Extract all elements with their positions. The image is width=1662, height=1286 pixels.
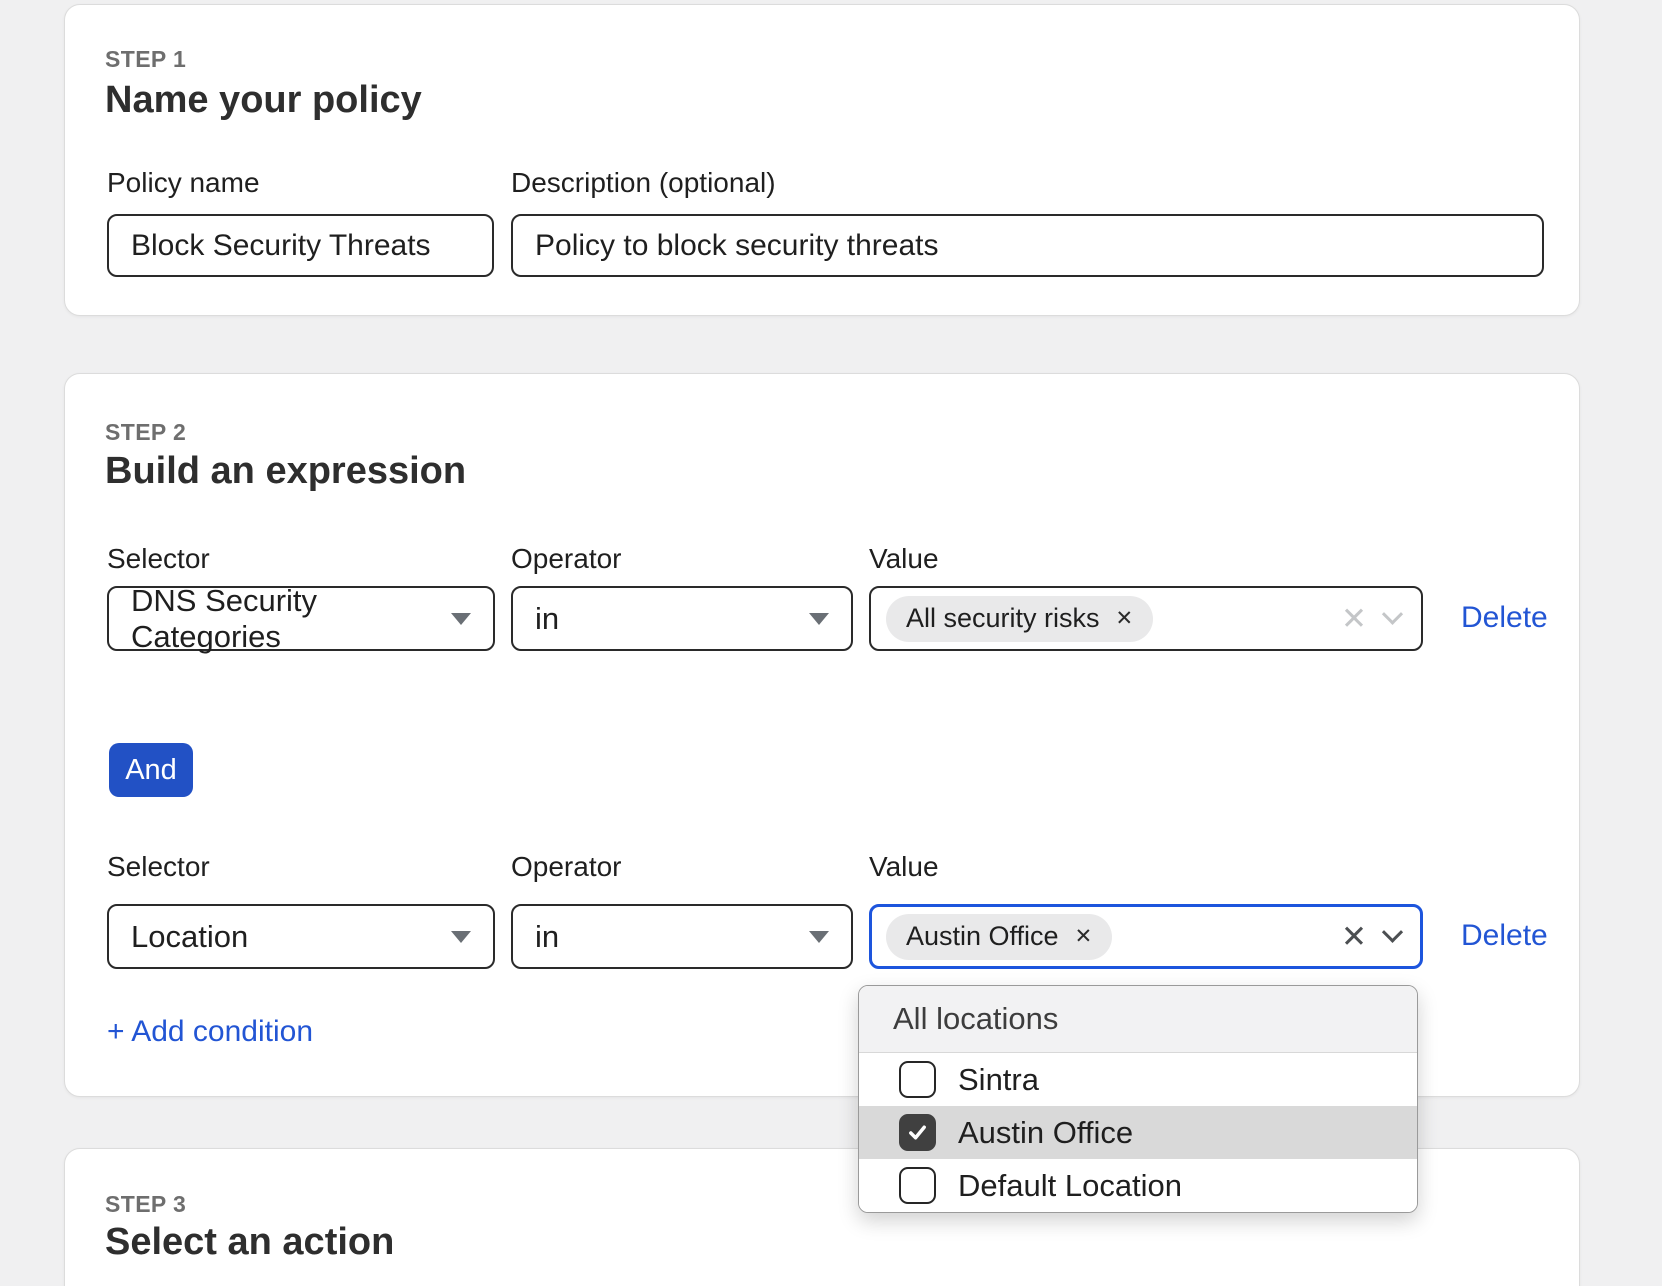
- chevron-down-icon: [809, 613, 829, 625]
- option-checkbox[interactable]: [899, 1061, 936, 1098]
- operator-select-row2-value: in: [535, 919, 559, 955]
- policy-name-input[interactable]: [107, 214, 494, 277]
- value-combobox-row2[interactable]: Austin Office ✕ ✕: [869, 904, 1423, 969]
- value-tag: Austin Office ✕: [886, 914, 1112, 960]
- value-label-row1: Value: [869, 543, 939, 575]
- step-2-label: STEP 2: [105, 419, 186, 446]
- step-1-title: Name your policy: [105, 79, 422, 122]
- step-3-title: Select an action: [105, 1221, 394, 1264]
- delete-condition-button-row1[interactable]: Delete: [1461, 601, 1548, 635]
- operator-select-row1[interactable]: in: [511, 586, 853, 651]
- operator-label-row1: Operator: [511, 543, 622, 575]
- add-condition-link[interactable]: + Add condition: [107, 1015, 313, 1049]
- option-checkbox[interactable]: [899, 1167, 936, 1204]
- description-input[interactable]: [511, 214, 1544, 277]
- dropdown-option-label: Austin Office: [958, 1115, 1133, 1151]
- selector-label-row1: Selector: [107, 543, 210, 575]
- remove-tag-icon[interactable]: ✕: [1116, 608, 1134, 629]
- description-label: Description (optional): [511, 167, 776, 199]
- check-icon: [906, 1121, 929, 1144]
- dropdown-option-default-location[interactable]: Default Location: [859, 1159, 1417, 1212]
- value-tag-text: All security risks: [906, 603, 1100, 634]
- policy-builder-page: STEP 1 Name your policy Policy name Desc…: [0, 0, 1662, 1286]
- dropdown-option-sintra[interactable]: Sintra: [859, 1053, 1417, 1106]
- remove-tag-icon[interactable]: ✕: [1075, 926, 1093, 947]
- dropdown-group-header: All locations: [859, 986, 1417, 1053]
- selector-select-row1[interactable]: DNS Security Categories: [107, 586, 495, 651]
- step-2-title: Build an expression: [105, 450, 466, 493]
- selector-select-row1-value: DNS Security Categories: [131, 583, 451, 655]
- policy-name-label: Policy name: [107, 167, 260, 199]
- chevron-down-icon: [809, 931, 829, 943]
- value-combobox-row1[interactable]: All security risks ✕ ✕: [869, 586, 1423, 651]
- chevron-down-icon: [451, 931, 471, 943]
- value-tag-text: Austin Office: [906, 921, 1059, 952]
- dropdown-option-label: Sintra: [958, 1062, 1039, 1098]
- value-label-row2: Value: [869, 851, 939, 883]
- locations-dropdown: All locations Sintra Austin Office Defau…: [858, 985, 1418, 1213]
- card-step-1: STEP 1 Name your policy Policy name Desc…: [64, 4, 1580, 316]
- chevron-down-icon: [451, 613, 471, 625]
- selector-select-row2-value: Location: [131, 919, 248, 955]
- clear-icon[interactable]: ✕: [1341, 603, 1367, 634]
- chevron-down-icon[interactable]: [1382, 922, 1403, 943]
- operator-label-row2: Operator: [511, 851, 622, 883]
- operator-select-row1-value: in: [535, 601, 559, 637]
- operator-select-row2[interactable]: in: [511, 904, 853, 969]
- delete-condition-button-row2[interactable]: Delete: [1461, 919, 1548, 953]
- selector-label-row2: Selector: [107, 851, 210, 883]
- and-button[interactable]: And: [109, 743, 193, 797]
- value-tag: All security risks ✕: [886, 596, 1153, 642]
- chevron-down-icon[interactable]: [1382, 604, 1403, 625]
- dropdown-group-header-text: All locations: [893, 1001, 1058, 1037]
- clear-icon[interactable]: ✕: [1341, 921, 1367, 952]
- option-checkbox[interactable]: [899, 1114, 936, 1151]
- selector-select-row2[interactable]: Location: [107, 904, 495, 969]
- step-1-label: STEP 1: [105, 46, 186, 73]
- dropdown-option-austin-office[interactable]: Austin Office: [859, 1106, 1417, 1159]
- step-3-label: STEP 3: [105, 1191, 186, 1218]
- dropdown-option-label: Default Location: [958, 1168, 1182, 1204]
